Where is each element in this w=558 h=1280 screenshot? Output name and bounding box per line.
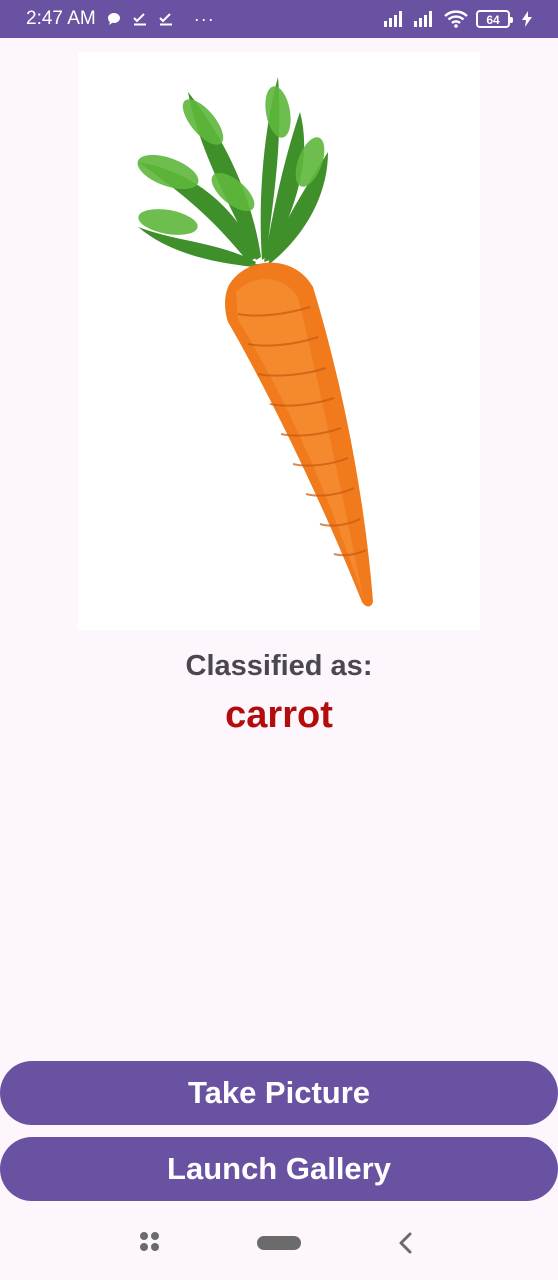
launch-gallery-button[interactable]: Launch Gallery <box>0 1137 558 1201</box>
battery-icon: 64 <box>476 10 513 28</box>
take-picture-button[interactable]: Take Picture <box>0 1061 558 1125</box>
more-dots-icon: ··· <box>193 8 215 29</box>
chat-bubble-icon <box>106 11 122 27</box>
home-pill-icon[interactable] <box>257 1236 301 1250</box>
status-time: 2:47 AM <box>26 8 96 29</box>
signal-icon <box>384 11 406 27</box>
signal-icon <box>414 11 436 27</box>
classification-result: carrot <box>225 694 333 736</box>
app-screen: 2:47 AM ··· 64 Classified as: carrot Tak… <box>0 0 558 1280</box>
recent-apps-icon[interactable] <box>140 1232 162 1254</box>
status-right: 64 <box>384 10 532 28</box>
back-icon[interactable] <box>396 1231 414 1255</box>
charging-icon <box>522 11 532 27</box>
classified-as-label: Classified as: <box>185 650 373 682</box>
wifi-icon <box>444 10 468 28</box>
download-done-icon <box>158 11 174 27</box>
navigation-bar <box>0 1205 558 1280</box>
status-bar: 2:47 AM ··· 64 <box>0 0 558 38</box>
classified-image <box>78 52 480 630</box>
download-done-icon <box>132 11 148 27</box>
status-left: 2:47 AM ··· <box>26 8 215 30</box>
carrot-photo <box>78 52 480 630</box>
